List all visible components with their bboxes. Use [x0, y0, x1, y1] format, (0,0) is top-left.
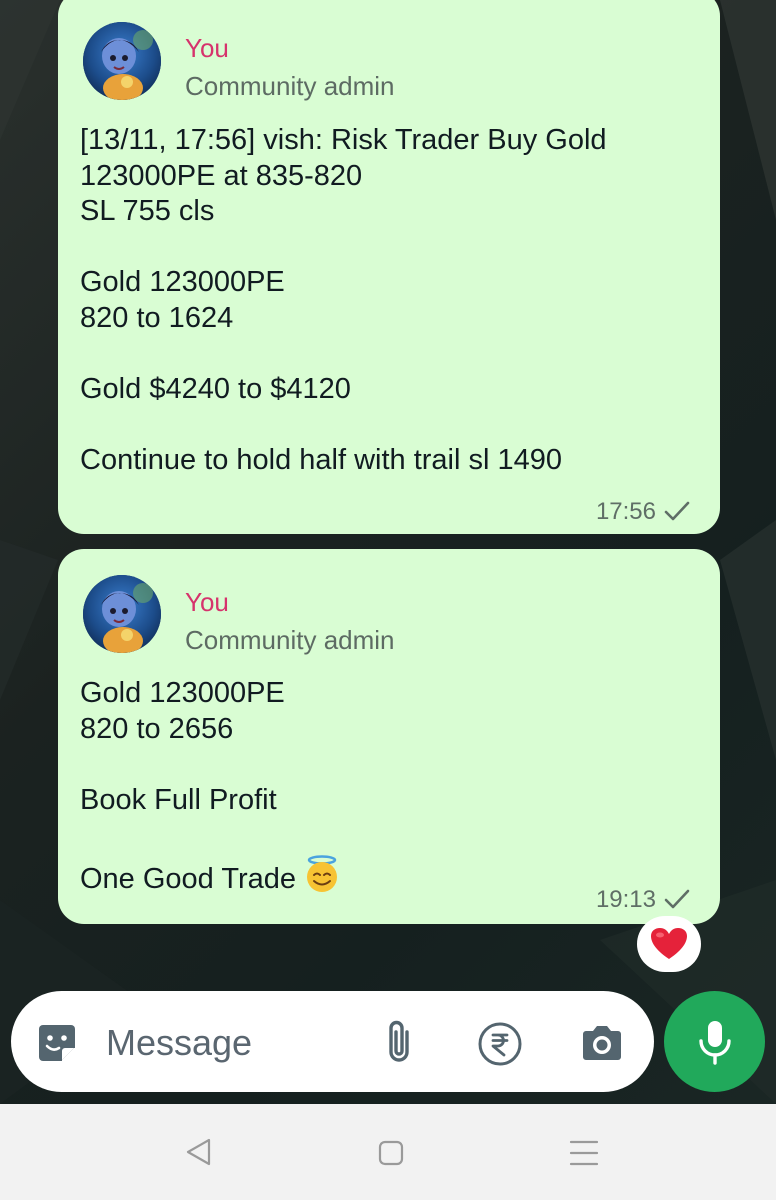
sender-name[interactable]: You — [185, 33, 229, 64]
message-text-body: Gold 123000PE 820 to 2656 Book Full Prof… — [80, 677, 297, 895]
message-meta: 19:13 — [596, 886, 690, 914]
red-heart-icon — [651, 928, 687, 959]
message-reaction[interactable] — [637, 916, 701, 972]
avatar[interactable] — [83, 575, 161, 653]
message-time: 19:13 — [595, 886, 656, 913]
message-time: 17:56 — [595, 498, 656, 525]
message-bubble[interactable]: You Community admin [13/11, 17:56] vish:… — [58, 0, 720, 534]
avatar-image — [83, 22, 161, 100]
camera-icon[interactable] — [579, 1023, 625, 1063]
avatar-image — [83, 575, 161, 653]
sent-check-icon — [664, 501, 690, 521]
avatar[interactable] — [83, 22, 161, 100]
message-composer — [11, 991, 654, 1092]
message-text: [13/11, 17:56] vish: Risk Trader Buy Gol… — [80, 124, 607, 477]
message-input[interactable] — [106, 1019, 366, 1067]
home-icon[interactable] — [377, 1138, 405, 1168]
microphone-button[interactable] — [664, 991, 765, 1092]
paperclip-icon[interactable] — [381, 1018, 417, 1066]
message-text: Gold 123000PE 820 to 2656 Book Full Prof… — [80, 676, 700, 898]
back-icon[interactable] — [184, 1137, 212, 1167]
message-bubble[interactable]: You Community admin Gold 123000PE 820 to… — [58, 549, 720, 924]
sender-role: Community admin — [185, 625, 395, 655]
rupee-icon[interactable] — [477, 1021, 523, 1067]
recent-apps-icon[interactable] — [568, 1138, 600, 1168]
sender-name[interactable]: You — [185, 587, 229, 618]
sticker-icon[interactable] — [35, 1021, 79, 1065]
microphone-icon — [698, 1020, 731, 1065]
system-navigation-bar — [0, 1104, 776, 1200]
smiling-face-with-halo-icon — [307, 855, 338, 892]
sender-role: Community admin — [185, 71, 395, 101]
sent-check-icon — [664, 889, 690, 909]
message-meta: 17:56 — [596, 498, 690, 526]
